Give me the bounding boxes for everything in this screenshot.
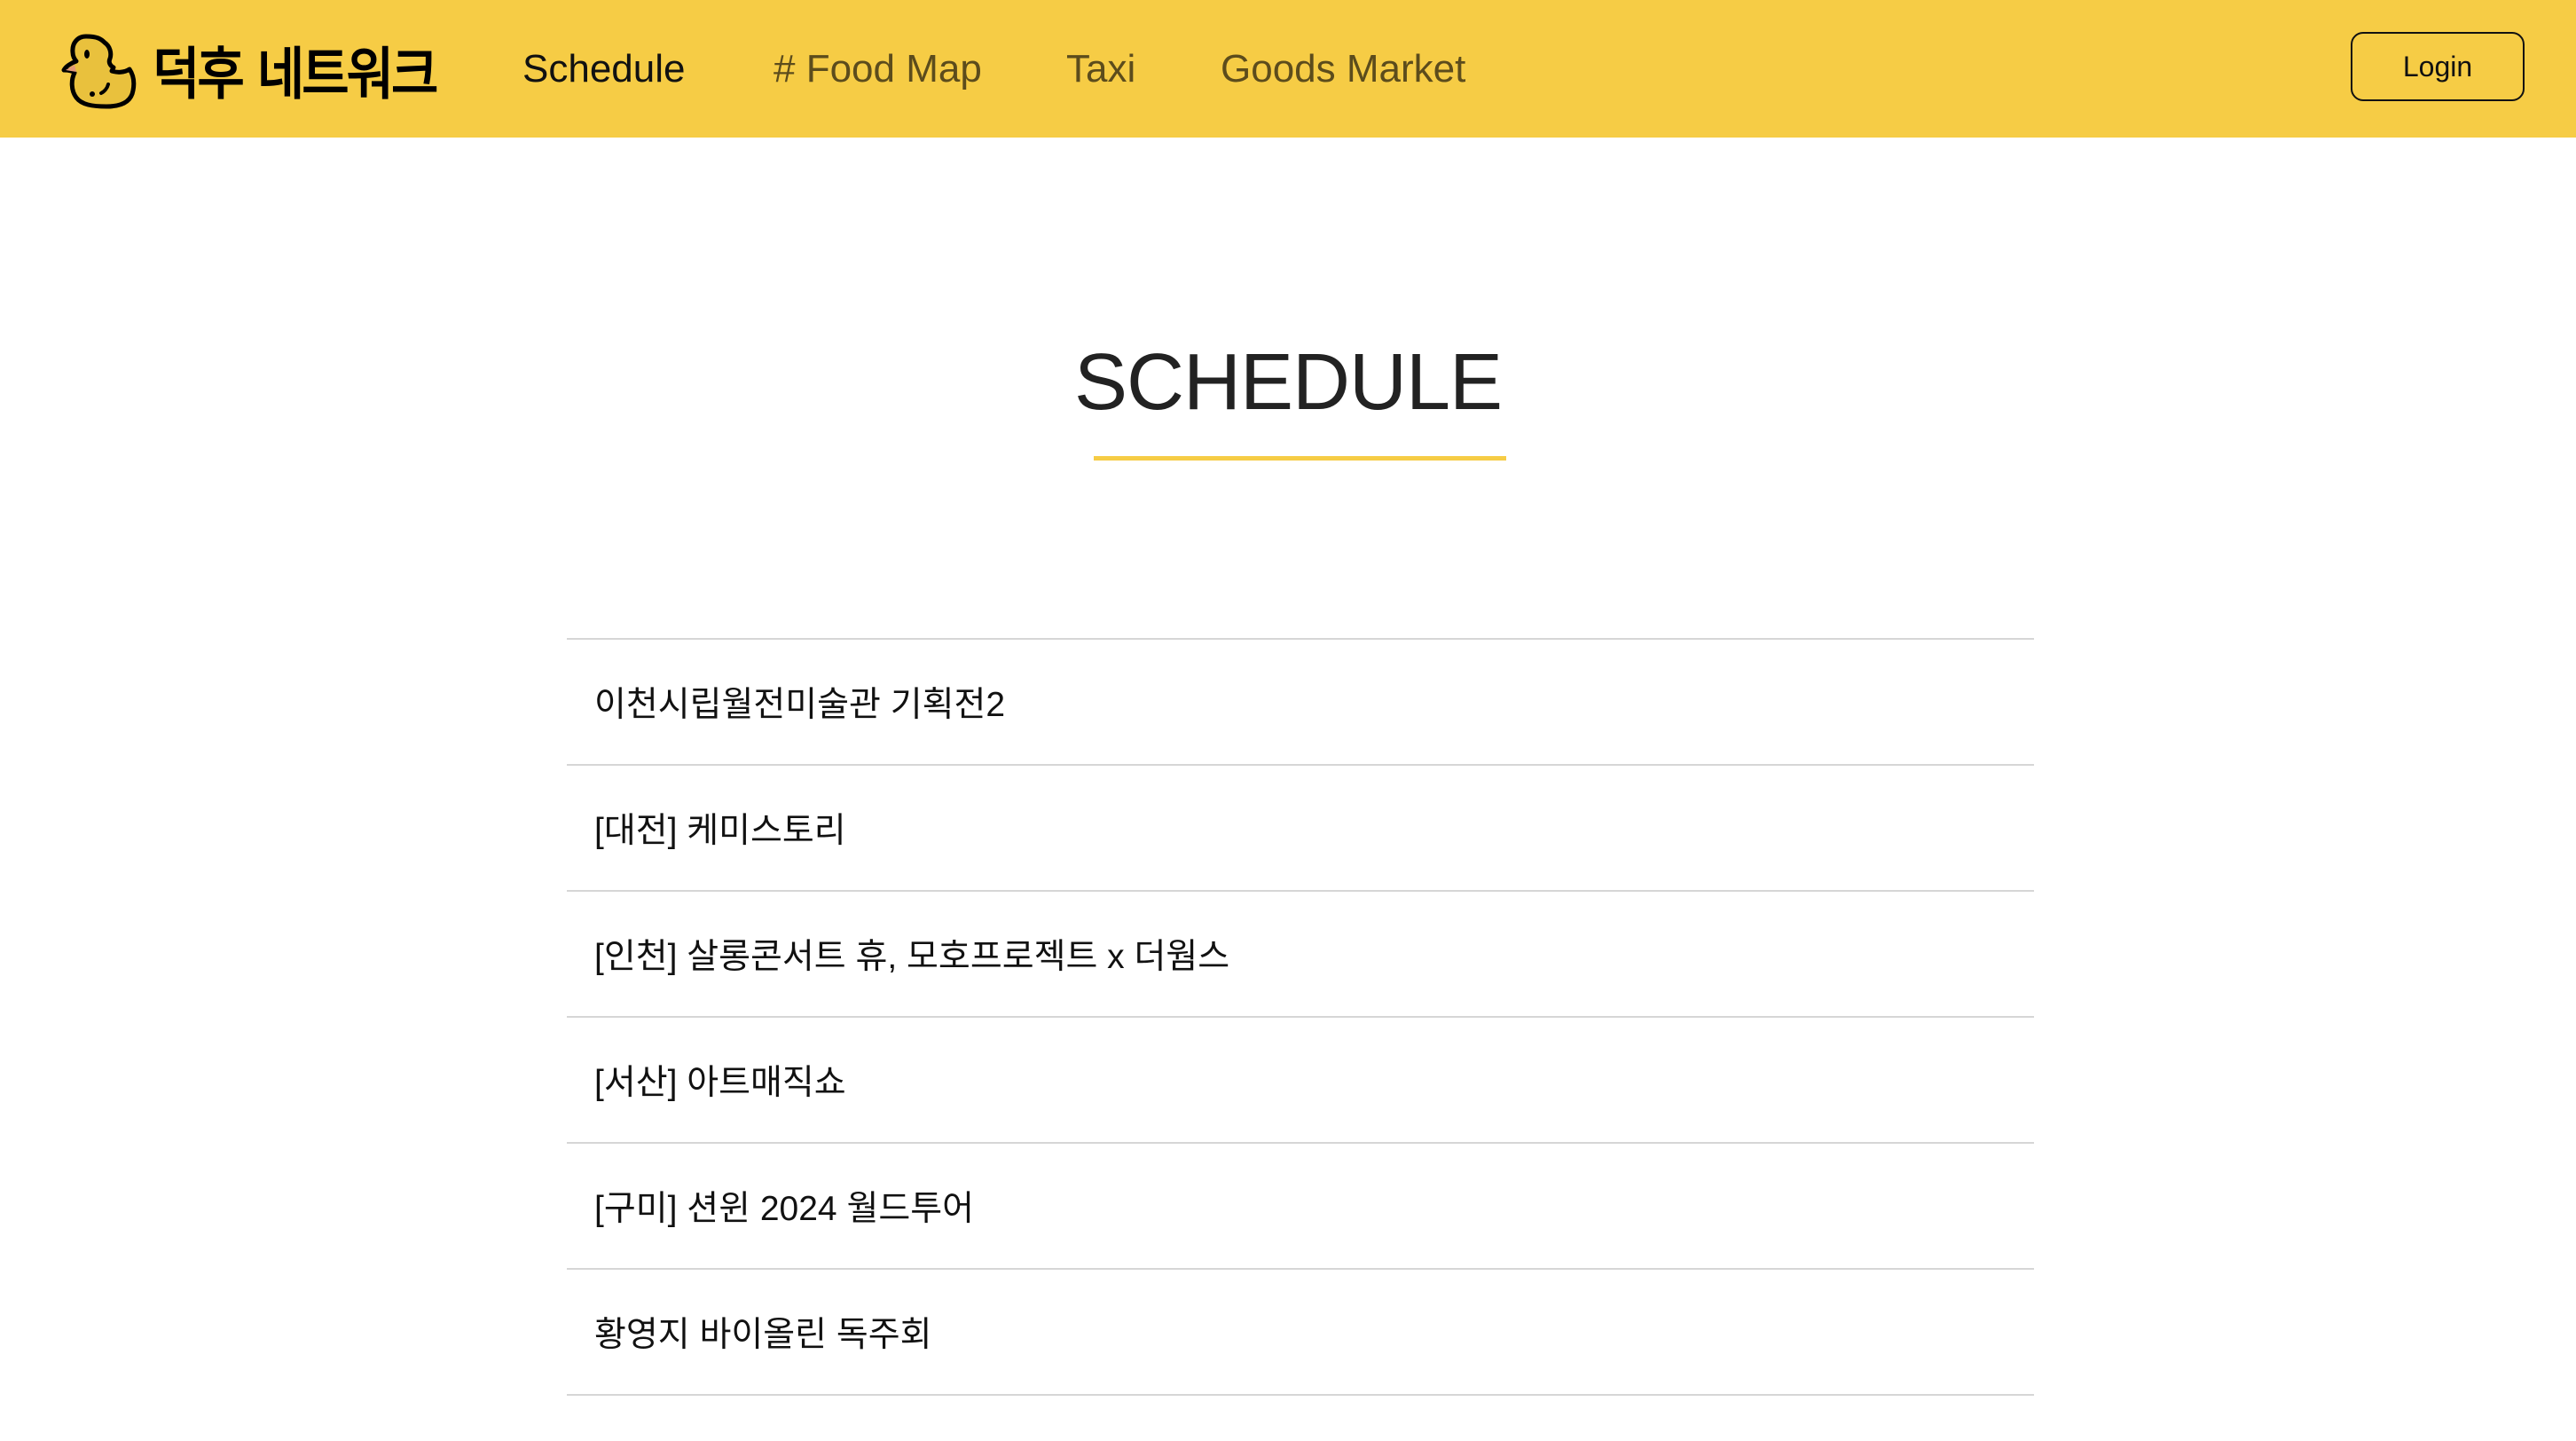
nav-schedule[interactable]: Schedule <box>522 0 685 138</box>
schedule-item[interactable]: [서산] 아트매직쇼 <box>567 1018 2034 1144</box>
top-header: 덕후 네트워크 Schedule # Food Map Taxi Goods M… <box>0 0 2576 138</box>
schedule-item[interactable]: [대전] 케미스토리 <box>567 766 2034 892</box>
schedule-item[interactable]: [인천] 살롱콘서트 휴, 모호프로젝트 x 더웜스 <box>567 892 2034 1018</box>
nav-goods-market[interactable]: Goods Market <box>1221 0 1465 138</box>
login-button[interactable]: Login <box>2351 32 2525 101</box>
schedule-item[interactable]: 이천시립월전미술관 기획전2 <box>567 640 2034 766</box>
page-title: SCHEDULE <box>1073 338 1503 427</box>
title-underline <box>1094 456 1506 461</box>
logo-text: 덕후 네트워크 <box>153 40 438 107</box>
logo[interactable]: 덕후 네트워크 <box>55 27 438 111</box>
duck-icon <box>61 34 137 108</box>
schedule-item[interactable]: 황영지 바이올린 독주회 <box>567 1270 2034 1396</box>
schedule-item[interactable]: [구미] 션윈 2024 월드투어 <box>567 1144 2034 1270</box>
schedule-list: 이천시립월전미술관 기획전2 [대전] 케미스토리 [인천] 살롱콘서트 휴, … <box>567 638 2034 1396</box>
nav-food-map[interactable]: # Food Map <box>774 0 982 138</box>
nav-taxi[interactable]: Taxi <box>1066 0 1135 138</box>
